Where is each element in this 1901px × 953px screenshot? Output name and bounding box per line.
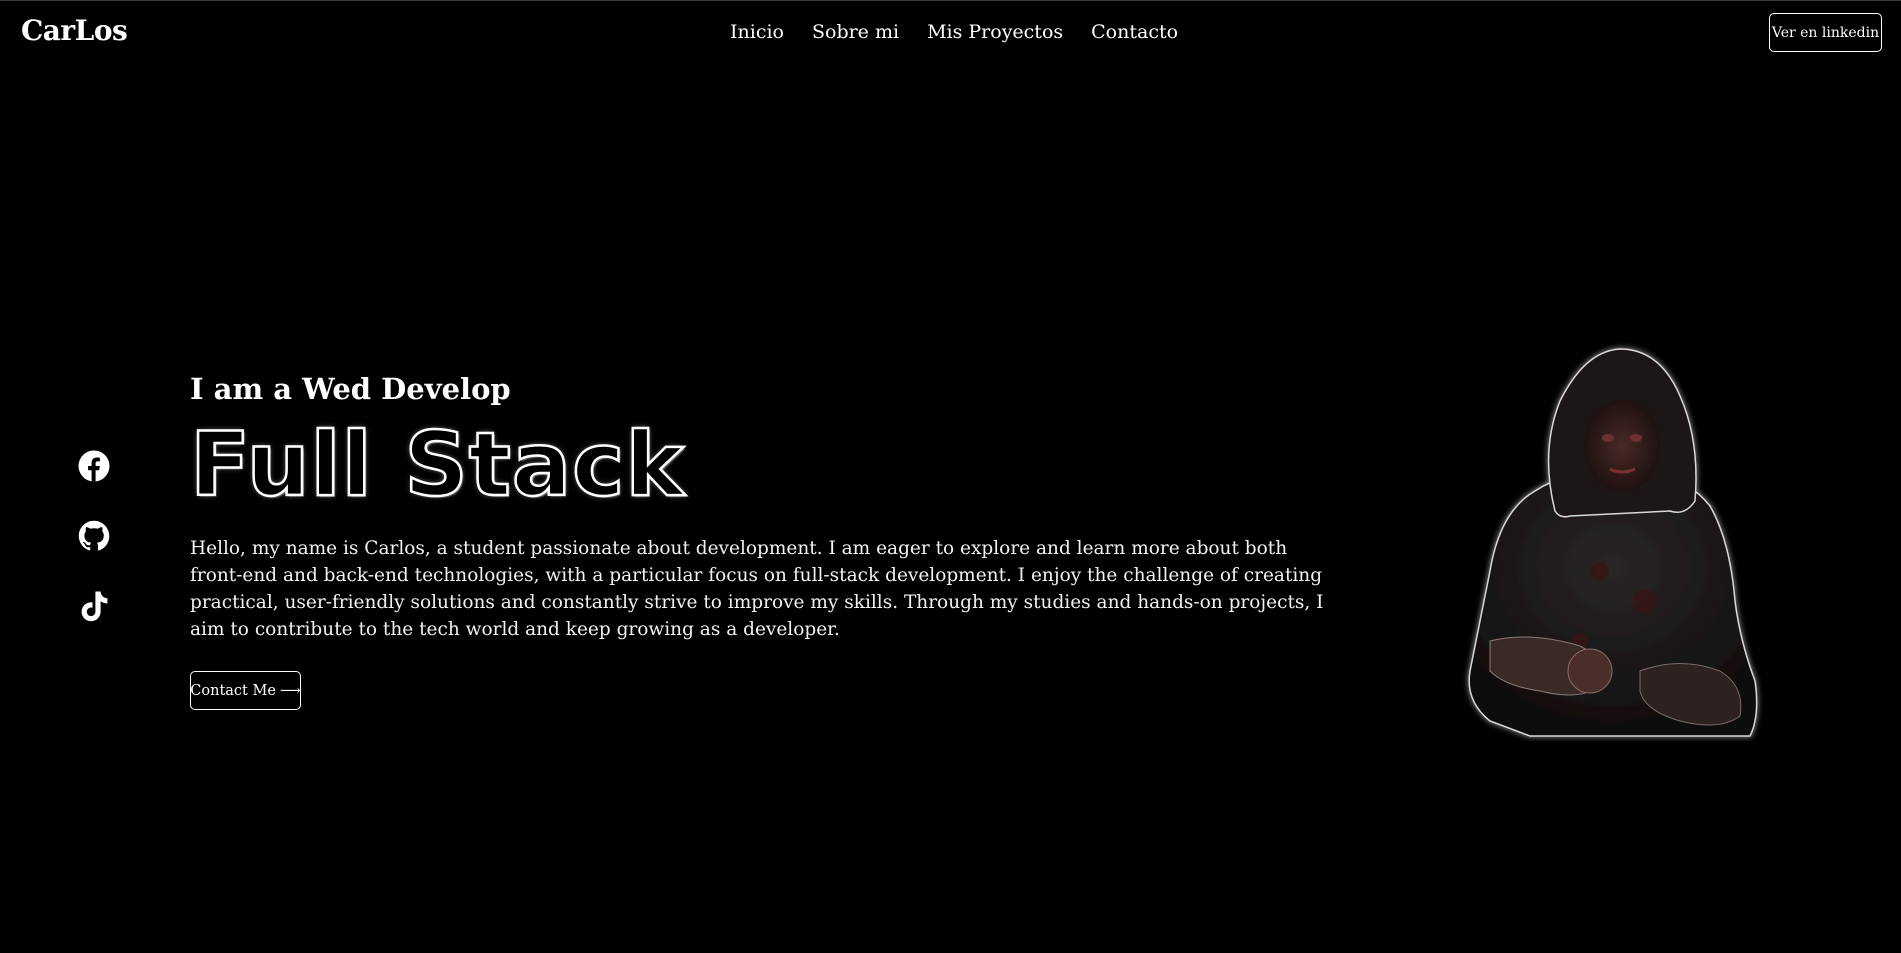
site-logo[interactable]: CarLos [21,14,128,47]
tiktok-icon[interactable] [78,590,110,622]
social-links [78,450,110,622]
hooded-character-illustration [1468,348,1758,737]
arrow-right-icon: ⟶ [279,682,301,699]
main-nav: Inicio Sobre mi Mis Proyectos Contacto [730,21,1206,43]
nav-item-sobre-mi[interactable]: Sobre mi [812,21,899,43]
hero-description: Hello, my name is Carlos, a student pass… [190,538,1324,640]
facebook-icon[interactable] [78,450,110,482]
nav-item-mis-proyectos[interactable]: Mis Proyectos [927,21,1063,43]
github-icon[interactable] [78,520,110,552]
contact-me-button[interactable]: Contact Me ⟶ [190,671,301,710]
linkedin-button[interactable]: Ver en linkedin [1769,13,1882,52]
page: CarLos Inicio Sobre mi Mis Proyectos Con… [0,0,1901,953]
hero-subtitle: I am a Wed Develop [190,372,511,406]
hero-title: Full Stack [189,413,685,516]
nav-item-contacto[interactable]: Contacto [1091,21,1178,43]
nav-item-inicio[interactable]: Inicio [730,21,784,43]
contact-me-label: Contact Me [190,682,276,699]
